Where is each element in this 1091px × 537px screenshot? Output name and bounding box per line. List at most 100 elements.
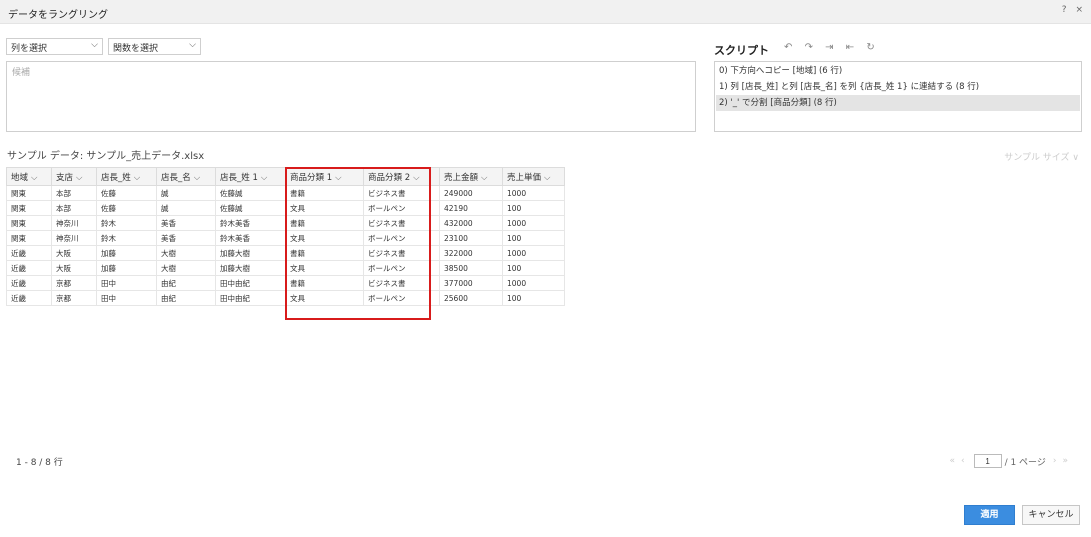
table-cell[interactable]: 本部: [51, 200, 97, 216]
table-cell[interactable]: ビジネス書: [363, 245, 440, 261]
sample-size-dropdown[interactable]: サンプル サイズ ∨: [1004, 150, 1079, 163]
table-cell[interactable]: 377000: [439, 275, 503, 291]
undo-icon[interactable]: ↶: [784, 42, 792, 53]
table-cell[interactable]: 佐藤誠: [215, 185, 286, 201]
table-cell[interactable]: 京都: [51, 275, 97, 291]
column-header[interactable]: 店長_姓 ⌵: [96, 167, 157, 186]
table-cell[interactable]: 文具: [285, 230, 364, 246]
table-cell[interactable]: ボールペン: [363, 200, 440, 216]
table-cell[interactable]: 関東: [6, 215, 52, 231]
column-header[interactable]: 地域 ⌵: [6, 167, 52, 186]
table-cell[interactable]: ボールペン: [363, 290, 440, 306]
table-cell[interactable]: 100: [502, 290, 565, 306]
table-cell[interactable]: 誠: [156, 185, 216, 201]
help-icon[interactable]: ?: [1062, 5, 1067, 15]
column-header[interactable]: 商品分類 1 ⌵: [285, 167, 364, 186]
last-page-icon[interactable]: »: [1062, 456, 1068, 466]
table-cell[interactable]: 鈴木美香: [215, 230, 286, 246]
apply-button[interactable]: 適用: [964, 505, 1015, 525]
table-cell[interactable]: 関東: [6, 230, 52, 246]
table-cell[interactable]: ビジネス書: [363, 185, 440, 201]
table-cell[interactable]: 近畿: [6, 260, 52, 276]
next-page-icon[interactable]: ›: [1053, 456, 1057, 466]
table-cell[interactable]: 由紀: [156, 275, 216, 291]
table-cell[interactable]: 鈴木: [96, 230, 157, 246]
close-icon[interactable]: ×: [1075, 5, 1083, 15]
table-cell[interactable]: 神奈川: [51, 230, 97, 246]
table-cell[interactable]: 1000: [502, 245, 565, 261]
table-cell[interactable]: 佐藤: [96, 200, 157, 216]
table-cell[interactable]: ボールペン: [363, 230, 440, 246]
column-header[interactable]: 商品分類 2 ⌵: [363, 167, 440, 186]
table-cell[interactable]: 関東: [6, 185, 52, 201]
candidates-panel[interactable]: 候補: [6, 61, 696, 132]
table-cell[interactable]: 加藤大樹: [215, 260, 286, 276]
table-cell[interactable]: 佐藤: [96, 185, 157, 201]
table-cell[interactable]: 1000: [502, 215, 565, 231]
cancel-button[interactable]: キャンセル: [1022, 505, 1080, 525]
table-cell[interactable]: 100: [502, 200, 565, 216]
table-cell[interactable]: 大樹: [156, 245, 216, 261]
redo-icon[interactable]: ↷: [805, 42, 813, 53]
column-header[interactable]: 売上金額 ⌵: [439, 167, 503, 186]
table-cell[interactable]: 1000: [502, 185, 565, 201]
table-cell[interactable]: 文具: [285, 290, 364, 306]
function-select[interactable]: 関数を選択 ⌵: [108, 38, 201, 55]
table-cell[interactable]: ボールペン: [363, 260, 440, 276]
export-icon[interactable]: ⇥: [825, 42, 833, 53]
script-step-selected[interactable]: 2) '_' で分割 [商品分類] (8 行): [716, 95, 1080, 111]
table-cell[interactable]: 大樹: [156, 260, 216, 276]
table-cell[interactable]: 1000: [502, 275, 565, 291]
table-cell[interactable]: 京都: [51, 290, 97, 306]
table-cell[interactable]: ビジネス書: [363, 275, 440, 291]
table-cell[interactable]: 誠: [156, 200, 216, 216]
table-cell[interactable]: 大阪: [51, 260, 97, 276]
table-cell[interactable]: 書籍: [285, 275, 364, 291]
table-cell[interactable]: 美香: [156, 215, 216, 231]
prev-page-icon[interactable]: ‹: [961, 456, 965, 466]
column-header[interactable]: 売上単価 ⌵: [502, 167, 565, 186]
script-step[interactable]: 0) 下方向へコピー [地域] (6 行): [716, 63, 1080, 79]
table-cell[interactable]: 322000: [439, 245, 503, 261]
table-cell[interactable]: 書籍: [285, 185, 364, 201]
table-cell[interactable]: 田中由紀: [215, 275, 286, 291]
table-cell[interactable]: 近畿: [6, 290, 52, 306]
table-cell[interactable]: 25600: [439, 290, 503, 306]
table-cell[interactable]: 23100: [439, 230, 503, 246]
table-cell[interactable]: 近畿: [6, 245, 52, 261]
table-cell[interactable]: 鈴木: [96, 215, 157, 231]
table-cell[interactable]: 加藤: [96, 245, 157, 261]
table-cell[interactable]: 38500: [439, 260, 503, 276]
table-cell[interactable]: 加藤: [96, 260, 157, 276]
table-cell[interactable]: 田中由紀: [215, 290, 286, 306]
column-header[interactable]: 店長_姓 1 ⌵: [215, 167, 286, 186]
table-cell[interactable]: 神奈川: [51, 215, 97, 231]
table-cell[interactable]: 書籍: [285, 215, 364, 231]
table-cell[interactable]: 美香: [156, 230, 216, 246]
table-cell[interactable]: 鈴木美香: [215, 215, 286, 231]
page-number-input[interactable]: [973, 454, 1002, 468]
table-cell[interactable]: 432000: [439, 215, 503, 231]
script-step[interactable]: 1) 列 [店長_姓] と列 [店長_名] を列 {店長_姓 1} に連結する …: [716, 79, 1080, 95]
table-cell[interactable]: 100: [502, 260, 565, 276]
table-cell[interactable]: 田中: [96, 290, 157, 306]
table-cell[interactable]: 42190: [439, 200, 503, 216]
reset-icon[interactable]: ↻: [866, 42, 874, 53]
table-cell[interactable]: 田中: [96, 275, 157, 291]
column-header[interactable]: 店長_名 ⌵: [156, 167, 216, 186]
table-cell[interactable]: 大阪: [51, 245, 97, 261]
first-page-icon[interactable]: «: [949, 456, 955, 466]
table-cell[interactable]: 書籍: [285, 245, 364, 261]
table-cell[interactable]: ビジネス書: [363, 215, 440, 231]
column-header[interactable]: 支店 ⌵: [51, 167, 97, 186]
table-cell[interactable]: 本部: [51, 185, 97, 201]
table-cell[interactable]: 加藤大樹: [215, 245, 286, 261]
table-cell[interactable]: 249000: [439, 185, 503, 201]
table-cell[interactable]: 由紀: [156, 290, 216, 306]
table-cell[interactable]: 近畿: [6, 275, 52, 291]
table-cell[interactable]: 関東: [6, 200, 52, 216]
table-cell[interactable]: 文具: [285, 200, 364, 216]
table-cell[interactable]: 100: [502, 230, 565, 246]
column-select[interactable]: 列を選択 ⌵: [6, 38, 103, 55]
import-icon[interactable]: ⇤: [846, 42, 854, 53]
